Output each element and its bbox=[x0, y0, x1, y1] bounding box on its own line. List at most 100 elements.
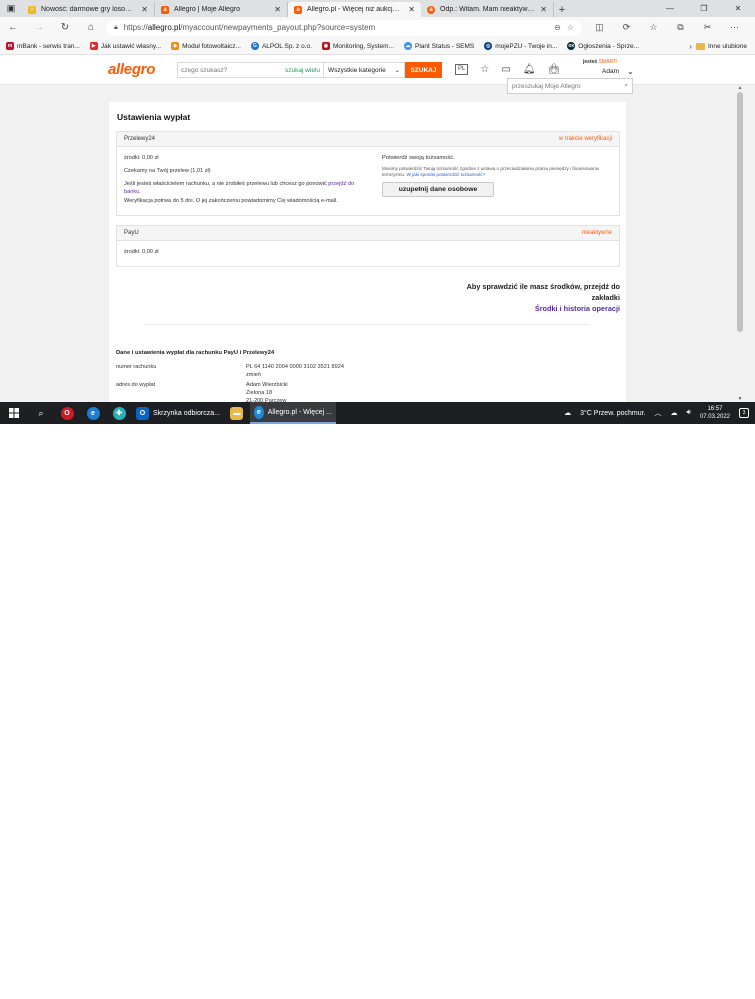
close-icon[interactable]: ✕ bbox=[274, 5, 281, 14]
maximize-icon[interactable]: ❐ bbox=[687, 0, 721, 17]
tab-title: Allegro.pl - Więcej niż aukcje. Na... bbox=[307, 6, 403, 13]
bell-icon[interactable]: 🔔︎ bbox=[523, 64, 536, 75]
system-tray: ☁ 3°C Przew. pochmur. ︿ ☁ 🔊︎ 16:57 07.03… bbox=[564, 405, 755, 421]
more-icon[interactable]: ⋯ bbox=[721, 22, 748, 33]
pv-icon: ◆ bbox=[171, 42, 180, 50]
extension-icon[interactable]: ⟳ bbox=[613, 22, 640, 33]
address-line-2: Zielona 18 bbox=[246, 390, 273, 396]
favorite-monitoring[interactable]: ◉ Monitoring, System... bbox=[321, 42, 394, 50]
split-screen-icon[interactable]: ◫ bbox=[586, 22, 613, 33]
taskbar-app-edge[interactable]: e Allegro.pl - Więcej ... bbox=[249, 402, 336, 424]
tab-4[interactable]: a Odp.: Witam. Mam nieaktywną w... ✕ bbox=[421, 2, 554, 17]
close-icon[interactable]: ✕ bbox=[141, 5, 148, 14]
tab-title: Nowość: darmowe gry losowe z... bbox=[41, 6, 137, 13]
internet-explorer-icon[interactable]: e bbox=[80, 402, 106, 424]
scroll-thumb[interactable] bbox=[737, 92, 743, 332]
lock-icon: 🔒︎ bbox=[114, 23, 118, 31]
url-field[interactable]: 🔒︎ https://allegro.pl/myaccount/newpayme… bbox=[106, 19, 582, 36]
allegro-header: allegro czego szukasz? szukaj wielu Wszy… bbox=[0, 55, 755, 85]
favorite-olx[interactable]: ox Ogłoszenia - Sprze... bbox=[567, 42, 639, 50]
waiting-text: Czekamy na Twój przelew (1,01 zł) bbox=[124, 168, 211, 174]
address-label: adres do wypłat bbox=[116, 382, 156, 388]
new-tab-icon[interactable]: + bbox=[554, 2, 570, 17]
category-select[interactable]: Wszystkie kategorie ⌄ bbox=[323, 63, 404, 77]
windows-start-icon[interactable] bbox=[0, 402, 28, 424]
how-to-confirm-link[interactable]: W jaki sposób potwierdzić tożsamość? bbox=[407, 172, 486, 177]
network-icon[interactable]: ☁ bbox=[671, 409, 678, 417]
zoom-icon[interactable]: ⊖ bbox=[554, 23, 561, 32]
allegro-icon: a bbox=[161, 5, 169, 14]
address-line-1: Adam Wierzbicki bbox=[246, 382, 288, 388]
favorite-sems[interactable]: ☁ Plant Status - SEMS bbox=[404, 42, 474, 50]
section-title: Dane i ustawienia wypłat dla rachunku Pa… bbox=[116, 350, 275, 356]
allegro-icon: a bbox=[294, 5, 302, 14]
tab-actions-icon[interactable]: ▣ bbox=[0, 0, 22, 17]
cloud-icon: ☁ bbox=[404, 42, 413, 50]
window-controls: — ❐ ✕ bbox=[653, 0, 755, 17]
funds-history-link[interactable]: Środki i historia operacji bbox=[445, 303, 620, 314]
przelewy24-box: Przelewy24 w trakcie weryfikacji środki:… bbox=[116, 131, 620, 216]
complete-personal-data-button[interactable]: uzupełnij dane osobowe bbox=[382, 182, 494, 197]
search-icon[interactable]: ⌕ bbox=[28, 402, 54, 424]
favorites-icon[interactable]: ☆ bbox=[640, 22, 667, 33]
search-icon[interactable]: ⌕ bbox=[624, 82, 628, 90]
collections-icon[interactable]: ⧉ bbox=[667, 22, 694, 33]
notification-icon[interactable]: 3 bbox=[739, 408, 749, 418]
clock[interactable]: 16:57 07.03.2022 bbox=[700, 405, 730, 421]
home-icon[interactable]: ⌂ bbox=[78, 22, 104, 33]
folder-icon bbox=[695, 42, 705, 50]
favorite-mbank[interactable]: m mBank - serwis tran... bbox=[6, 42, 80, 50]
search-many-link[interactable]: szukaj wielu bbox=[283, 67, 323, 74]
verify-text: Weryfikacja potrwa do 5 dni. O jej zakoń… bbox=[124, 198, 338, 204]
weather-text[interactable]: 3°C Przew. pochmur. bbox=[580, 410, 645, 417]
taskbar: ⌕ O e ✚ O Skrzynka odbiorcza... ▬ e Alle… bbox=[0, 402, 755, 424]
volume-icon[interactable]: 🔊︎ bbox=[687, 409, 691, 417]
back-icon[interactable]: ← bbox=[0, 22, 26, 33]
cart-icon[interactable]: 👜︎ bbox=[547, 64, 560, 75]
go-to-bank-link[interactable]: przejdź do bbox=[328, 181, 354, 187]
favorite-alpol[interactable]: G ALPOL Sp. z o.o. bbox=[250, 42, 312, 50]
page-scrollbar[interactable]: ▲ ▼ bbox=[735, 85, 745, 402]
forward-icon[interactable]: → bbox=[26, 22, 52, 33]
go-to-bank-link-2[interactable]: banku. bbox=[124, 189, 141, 195]
favorite-pv[interactable]: ◆ Moduł fotowoltaicz... bbox=[171, 42, 241, 50]
search-input[interactable]: czego szukasz? bbox=[178, 67, 283, 74]
user-menu[interactable]: jesteś SMART! Adam ⌄ bbox=[583, 58, 634, 76]
search-my-allegro-input[interactable]: przeszukaj Moje Allegro ⌕ bbox=[507, 78, 633, 94]
refresh-icon[interactable]: ↻ bbox=[52, 22, 78, 33]
allegro-logo[interactable]: allegro bbox=[108, 61, 155, 78]
language-button[interactable]: PL bbox=[455, 64, 469, 75]
show-hidden-icons-icon[interactable]: ︿ bbox=[655, 408, 662, 418]
weather-icon[interactable]: ☁ bbox=[564, 409, 571, 417]
star-icon[interactable]: ☆ bbox=[480, 64, 489, 75]
favorite-pzu[interactable]: ◎ mojePZU - Twoje in... bbox=[484, 42, 557, 50]
tab-1[interactable]: ☺ Nowość: darmowe gry losowe z... ✕ bbox=[22, 2, 155, 17]
tab-2[interactable]: a Allegro | Moje Allegro ✕ bbox=[155, 2, 288, 17]
close-icon[interactable]: ✕ bbox=[408, 5, 415, 14]
search-button[interactable]: SZUKAJ bbox=[405, 62, 442, 78]
favorite-star-icon[interactable]: ☆ bbox=[567, 23, 574, 32]
change-account-link[interactable]: zmień bbox=[246, 372, 261, 378]
tools-icon[interactable]: ✂ bbox=[694, 22, 721, 33]
opera-icon[interactable]: O bbox=[54, 402, 80, 424]
address-bar: ← → ↻ ⌂ 🔒︎ https://allegro.pl/myaccount/… bbox=[0, 17, 755, 38]
messages-icon[interactable]: ▭ bbox=[501, 64, 510, 75]
minimize-icon[interactable]: — bbox=[653, 0, 687, 17]
tab-title: Allegro | Moje Allegro bbox=[174, 6, 241, 13]
file-explorer-icon[interactable]: ▬ bbox=[224, 402, 250, 424]
chevron-right-icon[interactable]: › bbox=[689, 42, 692, 51]
close-icon[interactable]: ✕ bbox=[540, 5, 547, 14]
edge-icon: e bbox=[253, 405, 264, 419]
taskbar-app-outlook[interactable]: O Skrzynka odbiorcza... bbox=[132, 402, 224, 424]
scroll-up-icon[interactable]: ▲ bbox=[735, 85, 745, 91]
header-icons: PL ☆ ▭ 🔔︎ 👜︎ bbox=[455, 64, 560, 75]
user-name: Adam bbox=[602, 68, 619, 75]
status-badge: nieaktywne bbox=[581, 230, 612, 236]
tab-3-active[interactable]: a Allegro.pl - Więcej niż aukcje. Na... … bbox=[288, 2, 421, 17]
url-text: https://allegro.pl/myaccount/newpayments… bbox=[123, 23, 376, 32]
app-icon[interactable]: ✚ bbox=[106, 402, 132, 424]
close-window-icon[interactable]: ✕ bbox=[721, 0, 755, 17]
olx-icon: ox bbox=[567, 42, 576, 50]
other-favorites[interactable]: Inne ulubione bbox=[695, 42, 747, 50]
favorite-youtube[interactable]: ▶ Jak ustawić własny... bbox=[89, 42, 161, 50]
